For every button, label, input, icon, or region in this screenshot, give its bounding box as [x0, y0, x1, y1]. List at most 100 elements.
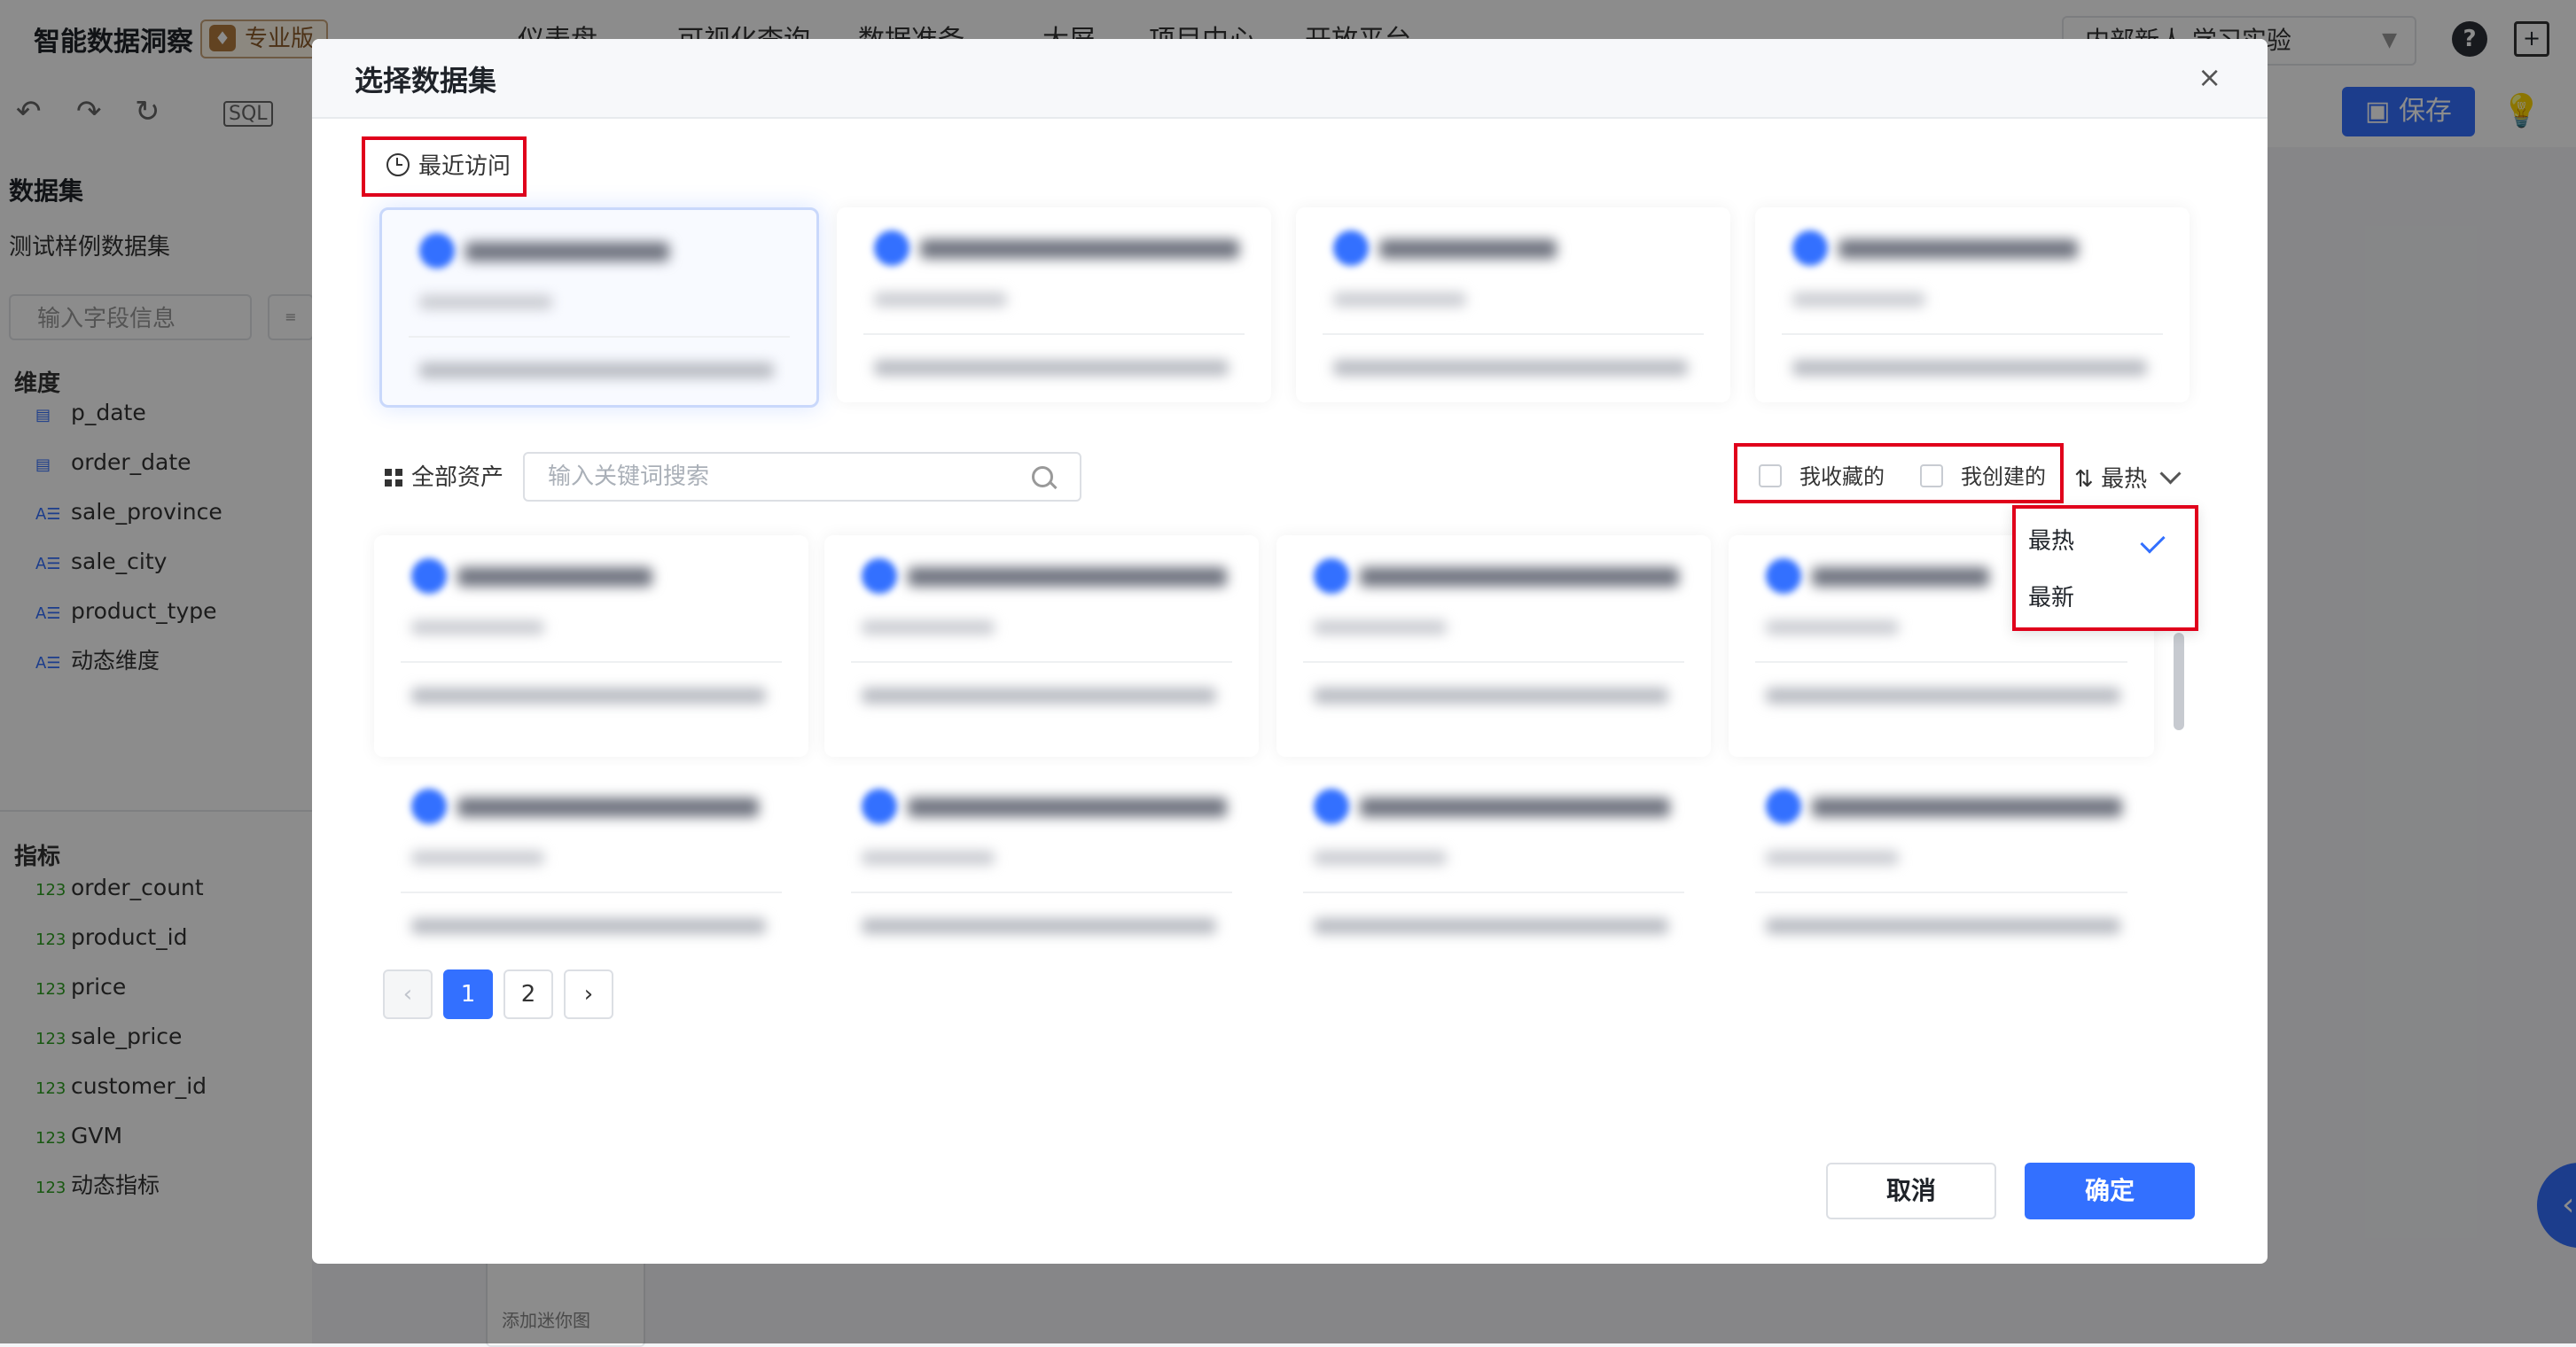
- grid-icon: [385, 469, 402, 487]
- checkbox-box[interactable]: [1920, 464, 1943, 487]
- all-assets-label: 全部资产: [411, 464, 504, 491]
- dataset-meta-blurred: [862, 851, 995, 865]
- dataset-path-blurred: [862, 688, 1216, 704]
- dataset-icon: [862, 789, 897, 824]
- dataset-title-blurred: [920, 239, 1239, 259]
- dataset-title-blurred: [465, 242, 669, 261]
- dataset-meta-blurred: [862, 620, 995, 635]
- dataset-icon: [874, 230, 909, 266]
- dataset-title-blurred: [1838, 239, 2078, 259]
- dataset-title-blurred: [908, 798, 1227, 817]
- recent-visits-label: 最近访问: [418, 153, 511, 180]
- dataset-meta-blurred: [1766, 851, 1899, 865]
- dataset-meta-blurred: [419, 295, 552, 309]
- card-divider: [401, 892, 782, 893]
- favorites-label: 我收藏的: [1799, 464, 1885, 489]
- dataset-icon: [411, 789, 447, 824]
- dataset-title-blurred: [908, 567, 1227, 587]
- card-divider: [1755, 661, 2127, 663]
- card-divider: [1303, 892, 1684, 893]
- card-divider: [863, 333, 1245, 335]
- close-icon[interactable]: ×: [2197, 60, 2221, 94]
- cancel-button[interactable]: 取消: [1826, 1163, 1996, 1219]
- dataset-icon: [1314, 789, 1349, 824]
- page-1-button[interactable]: 1: [443, 969, 493, 1019]
- dataset-meta-blurred: [1314, 620, 1447, 635]
- recent-visits-tab[interactable]: 最近访问: [362, 136, 527, 197]
- sort-option-hottest[interactable]: 最热: [2028, 523, 2074, 556]
- card-divider: [401, 661, 782, 663]
- card-divider: [409, 336, 790, 338]
- card-divider: [851, 661, 1232, 663]
- dataset-title-blurred: [1360, 798, 1670, 817]
- dataset-icon: [862, 558, 897, 594]
- dataset-path-blurred: [1792, 360, 2147, 376]
- card-divider: [1323, 333, 1704, 335]
- dataset-path-blurred: [419, 362, 774, 378]
- keyword-search: [523, 452, 1081, 502]
- dataset-icon: [1766, 789, 1801, 824]
- dataset-card[interactable]: [824, 535, 1259, 757]
- sort-option-newest[interactable]: 最新: [2028, 580, 2074, 612]
- sort-dropdown-trigger[interactable]: ⇅ 最热: [2074, 461, 2182, 494]
- ownership-filters: 我收藏的 我创建的: [1734, 443, 2064, 503]
- dataset-title-blurred: [1379, 239, 1557, 259]
- dialog-title: 选择数据集: [355, 64, 497, 97]
- dataset-card[interactable]: [1729, 766, 2154, 987]
- dataset-path-blurred: [1333, 360, 1688, 376]
- dataset-meta-blurred: [874, 292, 1007, 307]
- page-2-button[interactable]: 2: [503, 969, 553, 1019]
- select-dataset-dialog: 选择数据集 × 最近访问 全部资产 我收藏的 我创建的 ⇅ 最热 最热 最新 ‹…: [312, 39, 2268, 1264]
- recent-dataset-card[interactable]: [379, 207, 819, 408]
- confirm-button[interactable]: 确定: [2025, 1163, 2195, 1219]
- dataset-card[interactable]: [1276, 535, 1711, 757]
- dataset-title-blurred: [1360, 567, 1679, 587]
- recent-dataset-card[interactable]: [837, 207, 1271, 402]
- card-divider: [851, 892, 1232, 893]
- dataset-icon: [1792, 230, 1828, 266]
- checkbox-box[interactable]: [1759, 464, 1782, 487]
- chevron-down-icon: [2159, 463, 2182, 485]
- dataset-meta-blurred: [411, 851, 544, 865]
- card-divider: [1755, 892, 2127, 893]
- dataset-path-blurred: [1766, 688, 2120, 704]
- dataset-icon: [1333, 230, 1369, 266]
- created-by-me-checkbox[interactable]: 我创建的: [1920, 464, 2046, 489]
- dataset-card[interactable]: [374, 535, 808, 757]
- dataset-meta-blurred: [1333, 292, 1466, 307]
- dataset-title-blurred: [1812, 567, 1989, 587]
- dataset-title-blurred: [1812, 798, 2122, 817]
- dataset-path-blurred: [411, 688, 766, 704]
- prev-page-button[interactable]: ‹: [383, 969, 433, 1019]
- search-icon[interactable]: [1032, 466, 1053, 487]
- next-page-button[interactable]: ›: [564, 969, 613, 1019]
- created-by-me-label: 我创建的: [1961, 464, 2046, 489]
- dataset-card[interactable]: [824, 766, 1259, 987]
- check-icon: [2140, 528, 2166, 554]
- all-assets-tab[interactable]: 全部资产: [385, 459, 503, 492]
- dataset-path-blurred: [1314, 688, 1668, 704]
- dataset-path-blurred: [874, 360, 1229, 376]
- dataset-meta-blurred: [1766, 620, 1899, 635]
- recent-dataset-card[interactable]: [1755, 207, 2190, 402]
- dataset-card[interactable]: [1276, 766, 1711, 987]
- clock-icon: [386, 153, 410, 176]
- dataset-icon: [1766, 558, 1801, 594]
- dialog-header: 选择数据集 ×: [312, 39, 2268, 119]
- dataset-path-blurred: [1766, 918, 2120, 934]
- dataset-title-blurred: [457, 567, 652, 587]
- keyword-search-input[interactable]: [546, 454, 1028, 500]
- dataset-title-blurred: [457, 798, 759, 817]
- grid-scrollbar-thumb[interactable]: [2174, 633, 2184, 730]
- dataset-meta-blurred: [1314, 851, 1447, 865]
- card-divider: [1782, 333, 2163, 335]
- dataset-card[interactable]: [374, 766, 808, 987]
- dataset-path-blurred: [411, 918, 766, 934]
- dataset-path-blurred: [1314, 918, 1668, 934]
- dataset-path-blurred: [862, 918, 1216, 934]
- recent-dataset-card[interactable]: [1296, 207, 1730, 402]
- favorites-checkbox[interactable]: 我收藏的: [1759, 464, 1885, 489]
- card-divider: [1303, 661, 1684, 663]
- dataset-icon: [411, 558, 447, 594]
- dataset-meta-blurred: [1792, 292, 1925, 307]
